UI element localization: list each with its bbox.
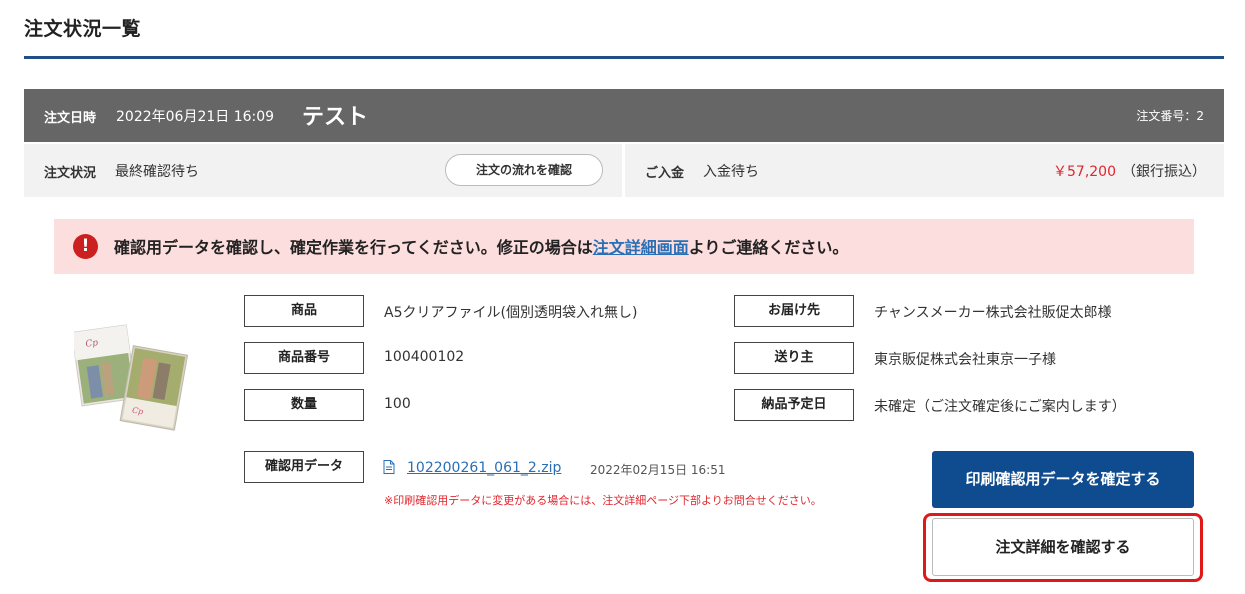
view-order-detail-button[interactable]: 注文詳細を確認する [932,518,1194,576]
status-row: 注文状況 最終確認待ち 注文の流れを確認 ご入金 入金待ち ￥57,200 （銀… [24,144,1224,197]
page-title: 注文状況一覧 [24,18,142,40]
order-status-label: 注文状況 [44,166,97,181]
sender-value: 東京販促株式会社東京一子様 [874,352,1056,368]
order-number: 注文番号：2 [1136,109,1204,123]
product-code-label: 商品番号 [244,342,364,374]
delivery-date-label: 納品予定日 [734,389,854,421]
alert-message: 確認用データを確認し、確定作業を行ってください。修正の場合は注文詳細画面よりご連… [114,238,849,257]
quantity-label: 数量 [244,389,364,421]
quantity-value: 100 [384,396,411,412]
order-date: 2022年06月21日 16:09 [116,109,275,125]
alert-exclamation-icon: ! [73,234,98,259]
product-value: A5クリアファイル(個別透明袋入れ無し) [384,305,638,321]
title-divider [24,56,1224,59]
svg-text:Cp: Cp [131,406,144,417]
destination-label: お届け先 [734,295,854,327]
product-code-value: 100400102 [384,349,465,365]
product-thumbnail: Cp Cp [74,324,189,431]
payment-status: 入金待ち [703,164,759,180]
proof-file-link[interactable]: 102200261_061_2.zip [407,460,561,476]
order-date-label: 注文日時 [44,111,97,126]
confirm-proof-button[interactable]: 印刷確認用データを確定する [932,451,1194,508]
proof-file-date: 2022年02月15日 16:51 [590,463,726,477]
payment-method: （銀行振込） [1122,164,1206,180]
order-amount: ￥57,200 [1053,164,1116,180]
order-flow-button[interactable]: 注文の流れを確認 [445,154,603,186]
alert-banner: ! 確認用データを確認し、確定作業を行ってください。修正の場合は注文詳細画面より… [54,219,1194,274]
file-icon [383,460,395,474]
delivery-date-value: 未確定（ご注文確定後にご案内します） [874,399,1126,415]
order-name: テスト [302,105,369,130]
status-divider [622,144,625,197]
proof-data-label: 確認用データ [244,451,364,483]
sender-label: 送り主 [734,342,854,374]
proof-change-note: ※印刷確認用データに変更がある場合には、注文詳細ページ下部よりお問合せください。 [384,494,822,507]
svg-text:Cp: Cp [85,338,99,350]
payment-label: ご入金 [645,166,685,181]
order-status-value: 最終確認待ち [115,164,199,180]
order-header: 注文日時 2022年06月21日 16:09 テスト 注文番号：2 [24,89,1224,142]
product-label: 商品 [244,295,364,327]
destination-value: チャンスメーカー株式会社販促太郎様 [874,305,1112,321]
order-detail-link[interactable]: 注文詳細画面 [593,238,689,257]
